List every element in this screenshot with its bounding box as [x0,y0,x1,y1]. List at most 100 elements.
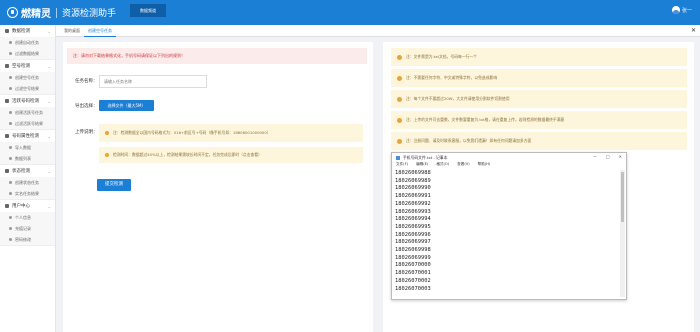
sidebar-group-label: 用户中心 [12,204,30,209]
text-line: 18026069991 [395,193,431,200]
notepad-menu-item[interactable]: 文件(F) [396,162,408,169]
text-line: 18026069999 [395,254,431,261]
chevron-down-icon: ⌄ [47,203,51,209]
menu-icon [5,204,9,208]
tab-desktop[interactable]: 我的桌面 [60,25,84,37]
close-icon[interactable]: ✕ [691,27,696,34]
task-name-input[interactable] [99,75,207,88]
notepad-menu-item[interactable]: 查看(V) [457,162,469,169]
text-line: 18026069988 [395,170,431,176]
text-line: 18026069998 [395,247,431,254]
dot-icon [9,216,12,219]
dot-icon [9,238,12,241]
sidebar-group-header[interactable]: 活跃号码检测 ⌄ [0,95,55,107]
maximize-icon[interactable]: □ [606,154,610,159]
tab-create-task[interactable]: 创建空号任务 [84,25,116,37]
notepad-icon [396,155,400,160]
menu-icon [5,169,9,173]
top-nav-tab[interactable]: 数据频道 [130,4,166,17]
dot-icon [9,111,12,114]
text-line: 18026069990 [395,185,431,192]
sidebar-item[interactable]: 创建自动任务 [0,37,55,48]
note-text: 注：上传的文件可去重数，文件数要重复为.txt格，请在重复上传，若则检测的数据最… [406,117,565,122]
note-text: 注：文件需是为.txt文档，号码每一行一个 [406,54,477,59]
sidebar-item[interactable]: 过滤活跃号结果 [0,118,55,129]
submit-button[interactable]: 提交检测 [97,179,131,191]
sidebar-group-label: 空号检测 [12,64,30,69]
sidebar-item[interactable]: 导入数据 [0,142,55,153]
menu-icon [5,134,9,138]
notepad-menu: 文件(F) 编辑(E) 格式(O) 查看(V) 帮助(H) [392,162,626,169]
note-text: 注：不需要任何字符、中文或特殊字符，以免造成影响 [406,75,498,80]
info-icon [397,54,402,60]
notepad-menu-item[interactable]: 编辑(E) [416,162,428,169]
sidebar-item[interactable]: 充值记录 [0,223,55,234]
sidebar-item[interactable]: 实名任务结果 [0,188,55,199]
upload-button-label: 选择文件（最大5M） [107,103,146,108]
sidebar-item-label: 数据列表 [15,155,31,161]
sidebar-group-header[interactable]: 数据检测 ⌄ [0,25,55,37]
sidebar-item[interactable]: 数据列表 [0,153,55,164]
sidebar-group-header[interactable]: 状态检测 ⌄ [0,165,55,177]
sidebar-group-label: 号码属性检测 [12,134,39,139]
sidebar-item[interactable]: 创建活跃号任务 [0,107,55,118]
sidebar-item-label: 导入数据 [15,144,31,150]
scrollbar-thumb[interactable] [621,172,624,222]
sidebar-item-label: 过滤数据结果 [15,50,39,56]
minimize-icon[interactable]: — [593,154,597,159]
sidebar-item[interactable]: 创建状态任务 [0,177,55,188]
notepad-titlebar: 手机号码文件.txt - 记事本 — □ ✕ [392,153,626,162]
tip-time-text: 检测时间：数据超过40%以上，检测结果需较长时间不定，任务完成后即时（点击查看） [113,152,262,157]
text-line: 18026069989 [395,177,431,184]
notepad-menu-item[interactable]: 帮助(H) [478,162,491,169]
menu-icon [5,29,9,33]
sidebar-group-label: 活跃号码检测 [12,99,39,104]
close-icon[interactable]: ✕ [619,154,622,159]
sidebar-group-header[interactable]: 用户中心 ⌄ [0,200,55,212]
notepad-window: 手机号码文件.txt - 记事本 — □ ✕ 文件(F) 编辑(E) 格式(O) 查看… [391,152,627,300]
dot-icon [9,192,12,195]
sidebar-group-header[interactable]: 号码属性检测 ⌄ [0,130,55,142]
sidebar-item[interactable]: 过滤数据结果 [0,48,55,59]
sidebar-group: 活跃号码检测 ⌄ 创建活跃号任务 过滤活跃号结果 [0,95,55,130]
info-icon [397,96,402,102]
sidebar-item[interactable]: 过滤空号结果 [0,83,55,94]
text-line: 18026070002 [395,277,431,284]
menu-icon [5,64,9,68]
notepad-menu-item[interactable]: 格式(O) [436,162,449,169]
upload-file-button[interactable]: 选择文件（最大5M） [99,100,154,111]
sidebar-group: 数据检测 ⌄ 创建自动任务 过滤数据结果 [0,25,55,60]
top-bar: 燃精灵 资源检测助手 数据频道 张一 [0,0,700,25]
avatar [671,6,680,14]
chevron-down-icon: ⌄ [47,168,51,174]
sidebar: 数据检测 ⌄ 创建自动任务 过滤数据结果 空号检测 ⌄ 创建空号任务 过滤空号结果 活跃号码检测… [0,25,56,332]
sidebar-group-label: 数据检测 [12,29,30,34]
app-logo[interactable]: 燃精灵 资源检测助手 [7,6,116,20]
tips-label: 上传说明： [75,130,98,135]
dot-icon [9,181,12,184]
user-name: 张一 [681,7,692,14]
dot-icon [9,146,12,149]
sidebar-item-label: 过滤空号结果 [15,85,39,91]
logo-divider [56,7,57,18]
sidebar-group: 空号检测 ⌄ 创建空号任务过滤空号结果 [0,60,55,95]
note-text: 注：每个文件不要超过20W，大文件请使用分割软件切割使用 [406,96,510,101]
sidebar-item[interactable]: 创建空号任务 [0,72,55,83]
instructions-panel: 注：文件需是为.txt文档，号码每一行一个 注：不需要任何字符、中文或特殊字符，… [383,42,694,332]
notepad-scrollbar[interactable] [620,170,625,297]
notepad-text-area[interactable]: 18026069988 18026069989 18026069990 1802606… [394,170,618,297]
sidebar-item-label: 充值记录 [15,225,31,231]
info-icon [105,153,109,157]
sidebar-group: 用户中心 ⌄ 个人信息充值记录密码修改 [0,200,55,246]
sidebar-item-label: 创建自动任务 [15,39,39,45]
sidebar-group-header[interactable]: 空号检测 ⌄ [0,60,55,72]
dot-icon [9,52,12,55]
dot-icon [9,76,12,79]
dot-icon [9,41,12,44]
sidebar-item[interactable]: 密码修改 [0,234,55,245]
note-2: 注：不需要任何字符、中文或特殊字符，以免造成影响 [391,69,687,87]
user-menu[interactable]: 张一 [671,6,692,14]
sidebar-item[interactable]: 个人信息 [0,212,55,223]
text-line: 18026070001 [395,270,431,277]
sidebar-group: 号码属性检测 ⌄ 导入数据数据列表 [0,130,55,165]
